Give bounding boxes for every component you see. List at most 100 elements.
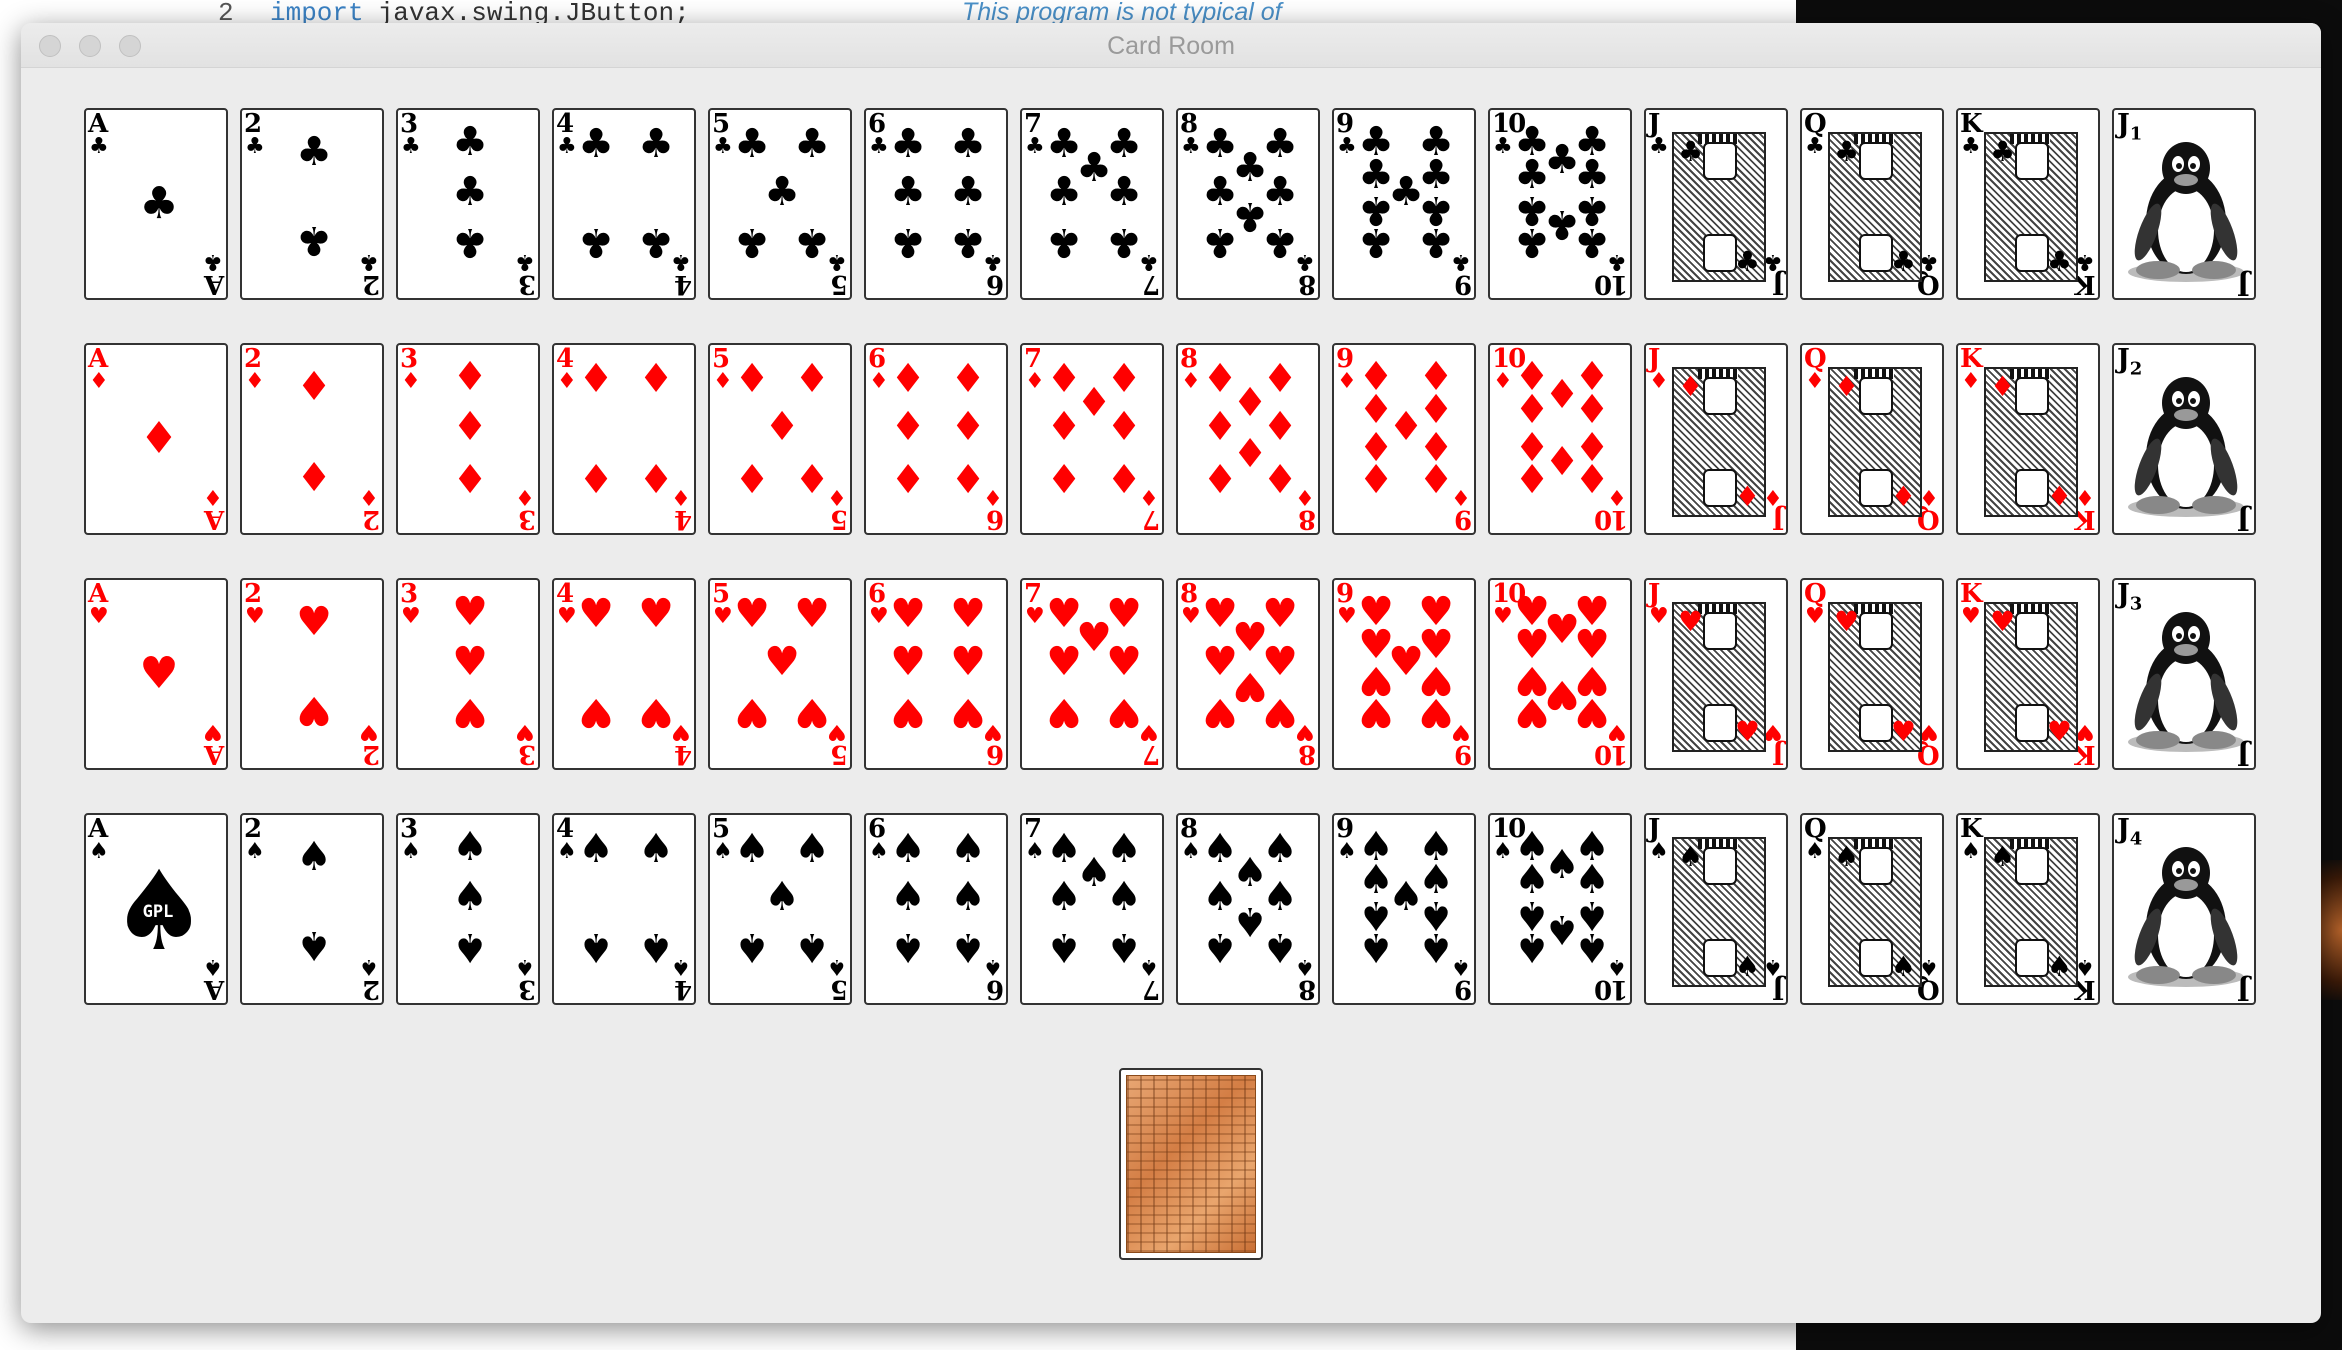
card-suit-icon: ♠	[1181, 839, 1201, 864]
card-8-of-clubs[interactable]: 8 ♣ 8 ♣ ♣ ♣ ♣ ♣ ♣ ♣ ♣ ♣	[1176, 108, 1320, 300]
hearts-icon: ♥	[1358, 689, 1394, 735]
card-8-of-spades[interactable]: 8 ♠ 8 ♠ ♠ ♠ ♠ ♠ ♠ ♠ ♠ ♠	[1176, 813, 1320, 1005]
spades-icon: ♠	[452, 824, 488, 870]
card-4-of-hearts[interactable]: 4 ♥ 4 ♥ ♥ ♥ ♥ ♥	[552, 578, 696, 770]
portrait-head	[1859, 612, 1893, 650]
spades-icon: ♠	[1202, 924, 1238, 970]
clubs-icon: ♣	[638, 219, 674, 265]
joker-card-1[interactable]: J1 J	[2112, 108, 2256, 300]
spades-icon: ♠	[296, 922, 332, 968]
card-suit-icon: ♣	[1025, 134, 1045, 159]
card-6-of-clubs[interactable]: 6 ♣ 6 ♣ ♣ ♣ ♣ ♣ ♣ ♣	[864, 108, 1008, 300]
card-6-of-spades[interactable]: 6 ♠ 6 ♠ ♠ ♠ ♠ ♠ ♠ ♠	[864, 813, 1008, 1005]
card-9-of-spades[interactable]: 9 ♠ 9 ♠ ♠ ♠ ♠ ♠ ♠ ♠ ♠ ♠ ♠	[1332, 813, 1476, 1005]
card-3-of-clubs[interactable]: 3 ♣ 3 ♣ ♣ ♣ ♣	[396, 108, 540, 300]
card-j-of-clubs[interactable]: J ♣ J ♣ ♣ ♣	[1644, 108, 1788, 300]
card-rank: 2	[363, 504, 380, 534]
spades-icon: ♠	[1990, 840, 2016, 873]
card-3-of-hearts[interactable]: 3 ♥ 3 ♥ ♥ ♥ ♥	[396, 578, 540, 770]
face-card-portrait: ♠ ♠	[1828, 837, 1922, 987]
card-rank: 9	[1455, 974, 1472, 1004]
diamonds-icon: ♦	[638, 356, 674, 402]
card-2-of-hearts[interactable]: 2 ♥ 2 ♥ ♥ ♥	[240, 578, 384, 770]
card-5-of-diamonds[interactable]: 5 ♦ 5 ♦ ♦ ♦ ♦ ♦ ♦	[708, 343, 852, 535]
diamonds-icon: ♦	[1678, 370, 1704, 403]
card-3-of-diamonds[interactable]: 3 ♦ 3 ♦ ♦ ♦ ♦	[396, 343, 540, 535]
card-suit-icon: ♥	[2075, 719, 2095, 744]
card-5-of-hearts[interactable]: 5 ♥ 5 ♥ ♥ ♥ ♥ ♥ ♥	[708, 578, 852, 770]
card-a-of-hearts[interactable]: A ♥ A ♥ ♥	[84, 578, 228, 770]
card-k-of-diamonds[interactable]: K ♦ K ♦ ♦ ♦	[1956, 343, 2100, 535]
spades-icon: ♠	[950, 924, 986, 970]
card-k-of-hearts[interactable]: K ♥ K ♥ ♥ ♥	[1956, 578, 2100, 770]
card-7-of-hearts[interactable]: 7 ♥ 7 ♥ ♥ ♥ ♥ ♥ ♥ ♥ ♥	[1020, 578, 1164, 770]
card-suit-icon: ♣	[203, 249, 223, 274]
title-bar[interactable]: Card Room	[21, 23, 2321, 68]
card-a-of-clubs[interactable]: A ♣ A ♣ ♣	[84, 108, 228, 300]
deck-card-back[interactable]	[1119, 1068, 1263, 1260]
card-7-of-clubs[interactable]: 7 ♣ 7 ♣ ♣ ♣ ♣ ♣ ♣ ♣ ♣	[1020, 108, 1164, 300]
card-j-of-hearts[interactable]: J ♥ J ♥ ♥ ♥	[1644, 578, 1788, 770]
card-q-of-diamonds[interactable]: Q ♦ Q ♦ ♦ ♦	[1800, 343, 1944, 535]
card-rank: 2	[363, 739, 380, 769]
portrait-head	[2015, 612, 2049, 650]
card-9-of-diamonds[interactable]: 9 ♦ 9 ♦ ♦ ♦ ♦ ♦ ♦ ♦ ♦ ♦ ♦	[1332, 343, 1476, 535]
card-suit-icon: ♦	[1181, 369, 1201, 394]
card-10-of-diamonds[interactable]: 10 ♦ 10 ♦ ♦ ♦ ♦ ♦ ♦ ♦ ♦ ♦ ♦ ♦	[1488, 343, 1632, 535]
hearts-icon: ♥	[1106, 689, 1142, 735]
card-2-of-clubs[interactable]: 2 ♣ 2 ♣ ♣ ♣	[240, 108, 384, 300]
card-k-of-clubs[interactable]: K ♣ K ♣ ♣ ♣	[1956, 108, 2100, 300]
card-a-of-spades[interactable]: A ♠ A ♠ ♠ GPL	[84, 813, 228, 1005]
card-8-of-hearts[interactable]: 8 ♥ 8 ♥ ♥ ♥ ♥ ♥ ♥ ♥ ♥ ♥	[1176, 578, 1320, 770]
joker-card-4[interactable]: J4 J	[2112, 813, 2256, 1005]
joker-card-2[interactable]: J2 J	[2112, 343, 2256, 535]
card-9-of-hearts[interactable]: 9 ♥ 9 ♥ ♥ ♥ ♥ ♥ ♥ ♥ ♥ ♥ ♥	[1332, 578, 1476, 770]
card-4-of-diamonds[interactable]: 4 ♦ 4 ♦ ♦ ♦ ♦ ♦	[552, 343, 696, 535]
card-6-of-diamonds[interactable]: 6 ♦ 6 ♦ ♦ ♦ ♦ ♦ ♦ ♦	[864, 343, 1008, 535]
hearts-icon: ♥	[890, 689, 926, 735]
clubs-icon: ♣	[1514, 219, 1550, 265]
diamonds-icon: ♦	[890, 454, 926, 500]
card-9-of-clubs[interactable]: 9 ♣ 9 ♣ ♣ ♣ ♣ ♣ ♣ ♣ ♣ ♣ ♣	[1332, 108, 1476, 300]
card-7-of-spades[interactable]: 7 ♠ 7 ♠ ♠ ♠ ♠ ♠ ♠ ♠ ♠	[1020, 813, 1164, 1005]
card-6-of-hearts[interactable]: 6 ♥ 6 ♥ ♥ ♥ ♥ ♥ ♥ ♥	[864, 578, 1008, 770]
card-3-of-spades[interactable]: 3 ♠ 3 ♠ ♠ ♠ ♠	[396, 813, 540, 1005]
spades-icon: ♠	[794, 924, 830, 970]
joker-card-3[interactable]: J3 J	[2112, 578, 2256, 770]
card-2-of-spades[interactable]: 2 ♠ 2 ♠ ♠ ♠	[240, 813, 384, 1005]
card-q-of-clubs[interactable]: Q ♣ Q ♣ ♣ ♣	[1800, 108, 1944, 300]
card-7-of-diamonds[interactable]: 7 ♦ 7 ♦ ♦ ♦ ♦ ♦ ♦ ♦ ♦	[1020, 343, 1164, 535]
card-10-of-hearts[interactable]: 10 ♥ 10 ♥ ♥ ♥ ♥ ♥ ♥ ♥ ♥ ♥ ♥ ♥	[1488, 578, 1632, 770]
card-q-of-hearts[interactable]: Q ♥ Q ♥ ♥ ♥	[1800, 578, 1944, 770]
card-2-of-diamonds[interactable]: 2 ♦ 2 ♦ ♦ ♦	[240, 343, 384, 535]
card-5-of-spades[interactable]: 5 ♠ 5 ♠ ♠ ♠ ♠ ♠ ♠	[708, 813, 852, 1005]
card-4-of-clubs[interactable]: 4 ♣ 4 ♣ ♣ ♣ ♣ ♣	[552, 108, 696, 300]
diamonds-icon: ♦	[794, 454, 830, 500]
face-card-portrait: ♦ ♦	[1828, 367, 1922, 517]
card-rank: 5	[831, 504, 848, 534]
card-suit-icon: ♠	[2075, 954, 2095, 979]
card-q-of-spades[interactable]: Q ♠ Q ♠ ♠ ♠	[1800, 813, 1944, 1005]
card-8-of-diamonds[interactable]: 8 ♦ 8 ♦ ♦ ♦ ♦ ♦ ♦ ♦ ♦ ♦	[1176, 343, 1320, 535]
face-card-portrait: ♦ ♦	[1984, 367, 2078, 517]
card-j-of-spades[interactable]: J ♠ J ♠ ♠ ♠	[1644, 813, 1788, 1005]
card-5-of-clubs[interactable]: 5 ♣ 5 ♣ ♣ ♣ ♣ ♣ ♣	[708, 108, 852, 300]
card-4-of-spades[interactable]: 4 ♠ 4 ♠ ♠ ♠ ♠ ♠	[552, 813, 696, 1005]
portrait-head	[1703, 847, 1737, 885]
clubs-icon: ♣	[296, 217, 332, 263]
card-j-of-diamonds[interactable]: J ♦ J ♦ ♦ ♦	[1644, 343, 1788, 535]
card-k-of-spades[interactable]: K ♠ K ♠ ♠ ♠	[1956, 813, 2100, 1005]
card-suit-icon: ♣	[1919, 249, 1939, 274]
card-suit-icon: ♦	[1337, 369, 1357, 394]
portrait-head	[1703, 612, 1737, 650]
spades-icon: ♠	[452, 874, 488, 920]
card-suit-icon: ♠	[515, 954, 535, 979]
hearts-icon: ♥	[452, 689, 488, 735]
diamonds-icon: ♦	[1106, 404, 1142, 450]
card-10-of-spades[interactable]: 10 ♠ 10 ♠ ♠ ♠ ♠ ♠ ♠ ♠ ♠ ♠ ♠ ♠	[1488, 813, 1632, 1005]
spades-icon: ♠	[764, 874, 800, 920]
card-a-of-diamonds[interactable]: A ♦ A ♦ ♦	[84, 343, 228, 535]
card-rank: 5	[831, 269, 848, 299]
card-10-of-clubs[interactable]: 10 ♣ 10 ♣ ♣ ♣ ♣ ♣ ♣ ♣ ♣ ♣ ♣ ♣	[1488, 108, 1632, 300]
portrait-head	[1859, 142, 1893, 180]
